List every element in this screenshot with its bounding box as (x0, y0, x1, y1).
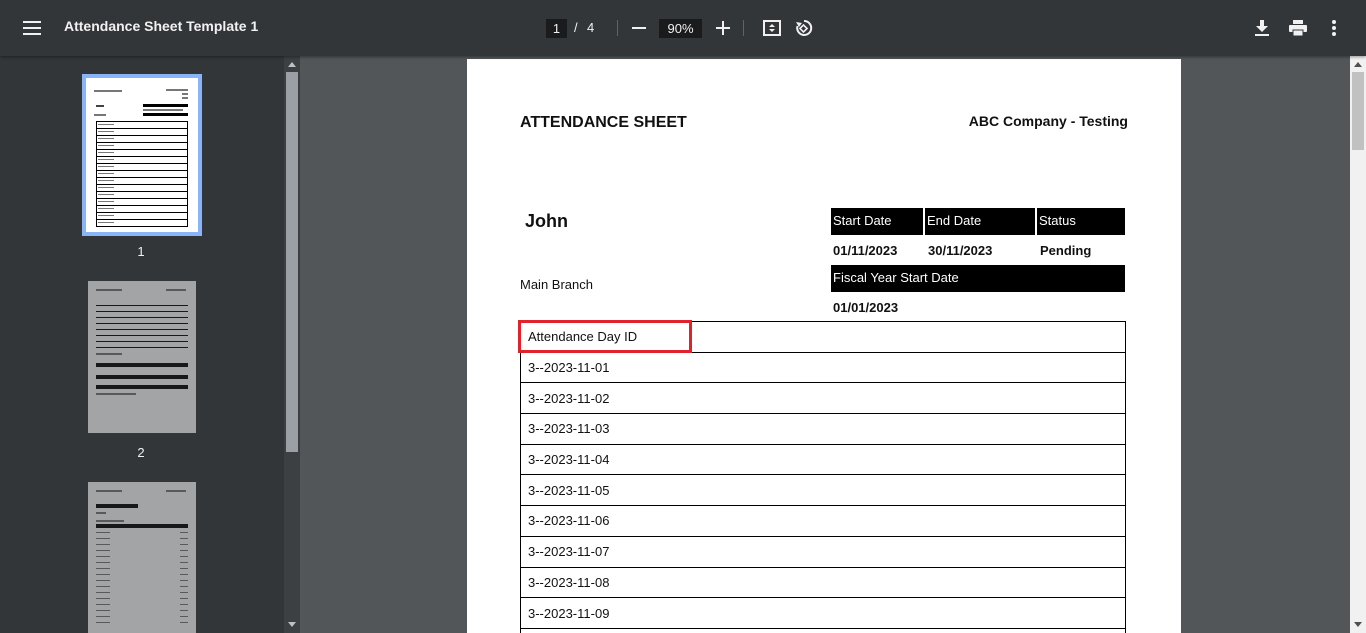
pdf-page: ATTENDANCE SHEET ABC Company - Testing J… (467, 59, 1181, 633)
end-date-header: End Date (925, 208, 1035, 235)
page-thumbnail-1[interactable] (82, 74, 202, 236)
table-row: 3--2023-11-09 (520, 597, 1126, 629)
sidebar-scrollbar[interactable] (284, 56, 300, 633)
attendance-day-id-cell: 3--2023-11-07 (520, 536, 1126, 568)
scrollbar-thumb[interactable] (1352, 72, 1364, 150)
employee-name: John (525, 211, 568, 231)
document-scrollbar[interactable] (1350, 56, 1366, 633)
toolbar-divider (617, 20, 618, 36)
toolbar-divider (743, 20, 744, 36)
document-viewer: ATTENDANCE SHEET ABC Company - Testing J… (300, 56, 1350, 633)
page-separator: / (574, 20, 578, 35)
download-icon[interactable] (1246, 12, 1278, 44)
attendance-day-id-cell: 3--2023-11-09 (520, 597, 1126, 629)
scroll-up-arrow-icon[interactable] (288, 62, 296, 67)
attendance-day-id-cell: 3--2023-11-03 (520, 413, 1126, 445)
print-icon[interactable] (1282, 12, 1314, 44)
start-date-header: Start Date (831, 208, 923, 235)
table-row: 3--2023-11-06 (520, 505, 1126, 537)
attendance-day-id-cell: 3--2023-11-01 (520, 352, 1126, 384)
scrollbar-thumb[interactable] (286, 72, 298, 452)
pdf-toolbar: Attendance Sheet Template 1 1 / 4 90% (0, 0, 1366, 56)
attendance-day-id-cell: 3--2023-11-04 (520, 444, 1126, 476)
scroll-down-arrow-icon[interactable] (1354, 622, 1362, 627)
page-number-input[interactable]: 1 (546, 19, 567, 38)
table-row: 3--2023-11-04 (520, 444, 1126, 476)
status-value: Pending (1040, 243, 1092, 258)
company-name: ABC Company - Testing (968, 113, 1128, 129)
page-thumbnail-2[interactable] (88, 281, 196, 433)
rotate-icon[interactable] (788, 12, 820, 44)
table-row (520, 628, 1126, 633)
page-thumbnail-label: 2 (137, 445, 145, 460)
fit-to-page-icon[interactable] (756, 12, 788, 44)
attendance-day-id-cell: 3--2023-11-05 (520, 474, 1126, 507)
table-row: 3--2023-11-03 (520, 413, 1126, 445)
thumbnail-sidebar: 1 2 3 (0, 56, 300, 633)
menu-icon[interactable] (16, 12, 48, 44)
table-header-row: Attendance Day ID (520, 321, 1126, 353)
fiscal-year-value: 01/01/2023 (833, 300, 899, 315)
fiscal-year-header: Fiscal Year Start Date (831, 265, 1125, 292)
attendance-table: Attendance Day ID 3--2023-11-01 3--2023-1… (520, 321, 1126, 633)
attendance-day-id-header: Attendance Day ID (520, 321, 1126, 353)
attendance-day-id-cell: 3--2023-11-08 (520, 567, 1126, 599)
page-total: 4 (587, 20, 595, 35)
page-thumbnail-label: 1 (137, 244, 145, 259)
table-row: 3--2023-11-02 (520, 382, 1126, 415)
attendance-day-id-cell: 3--2023-11-02 (520, 382, 1126, 415)
zoom-out-icon[interactable] (623, 12, 655, 44)
attendance-day-id-cell: 3--2023-11-06 (520, 505, 1126, 537)
table-row: 3--2023-11-05 (520, 474, 1126, 507)
status-header: Status (1037, 208, 1125, 235)
branch-name: Main Branch (520, 277, 593, 292)
more-options-icon[interactable] (1318, 12, 1350, 44)
scroll-down-arrow-icon[interactable] (288, 622, 296, 627)
document-title: Attendance Sheet Template 1 (64, 18, 259, 34)
sheet-title: ATTENDANCE SHEET (520, 114, 687, 131)
table-row: 3--2023-11-01 (520, 352, 1126, 384)
scroll-up-arrow-icon[interactable] (1354, 62, 1362, 67)
start-date-value: 01/11/2023 (833, 243, 898, 258)
page-thumbnail-3[interactable] (88, 482, 196, 633)
table-row: 3--2023-11-07 (520, 536, 1126, 568)
end-date-value: 30/11/2023 (928, 243, 993, 258)
attendance-day-id-cell (520, 628, 1126, 633)
table-row: 3--2023-11-08 (520, 567, 1126, 599)
zoom-level-input[interactable]: 90% (659, 19, 702, 38)
zoom-in-icon[interactable] (707, 12, 739, 44)
